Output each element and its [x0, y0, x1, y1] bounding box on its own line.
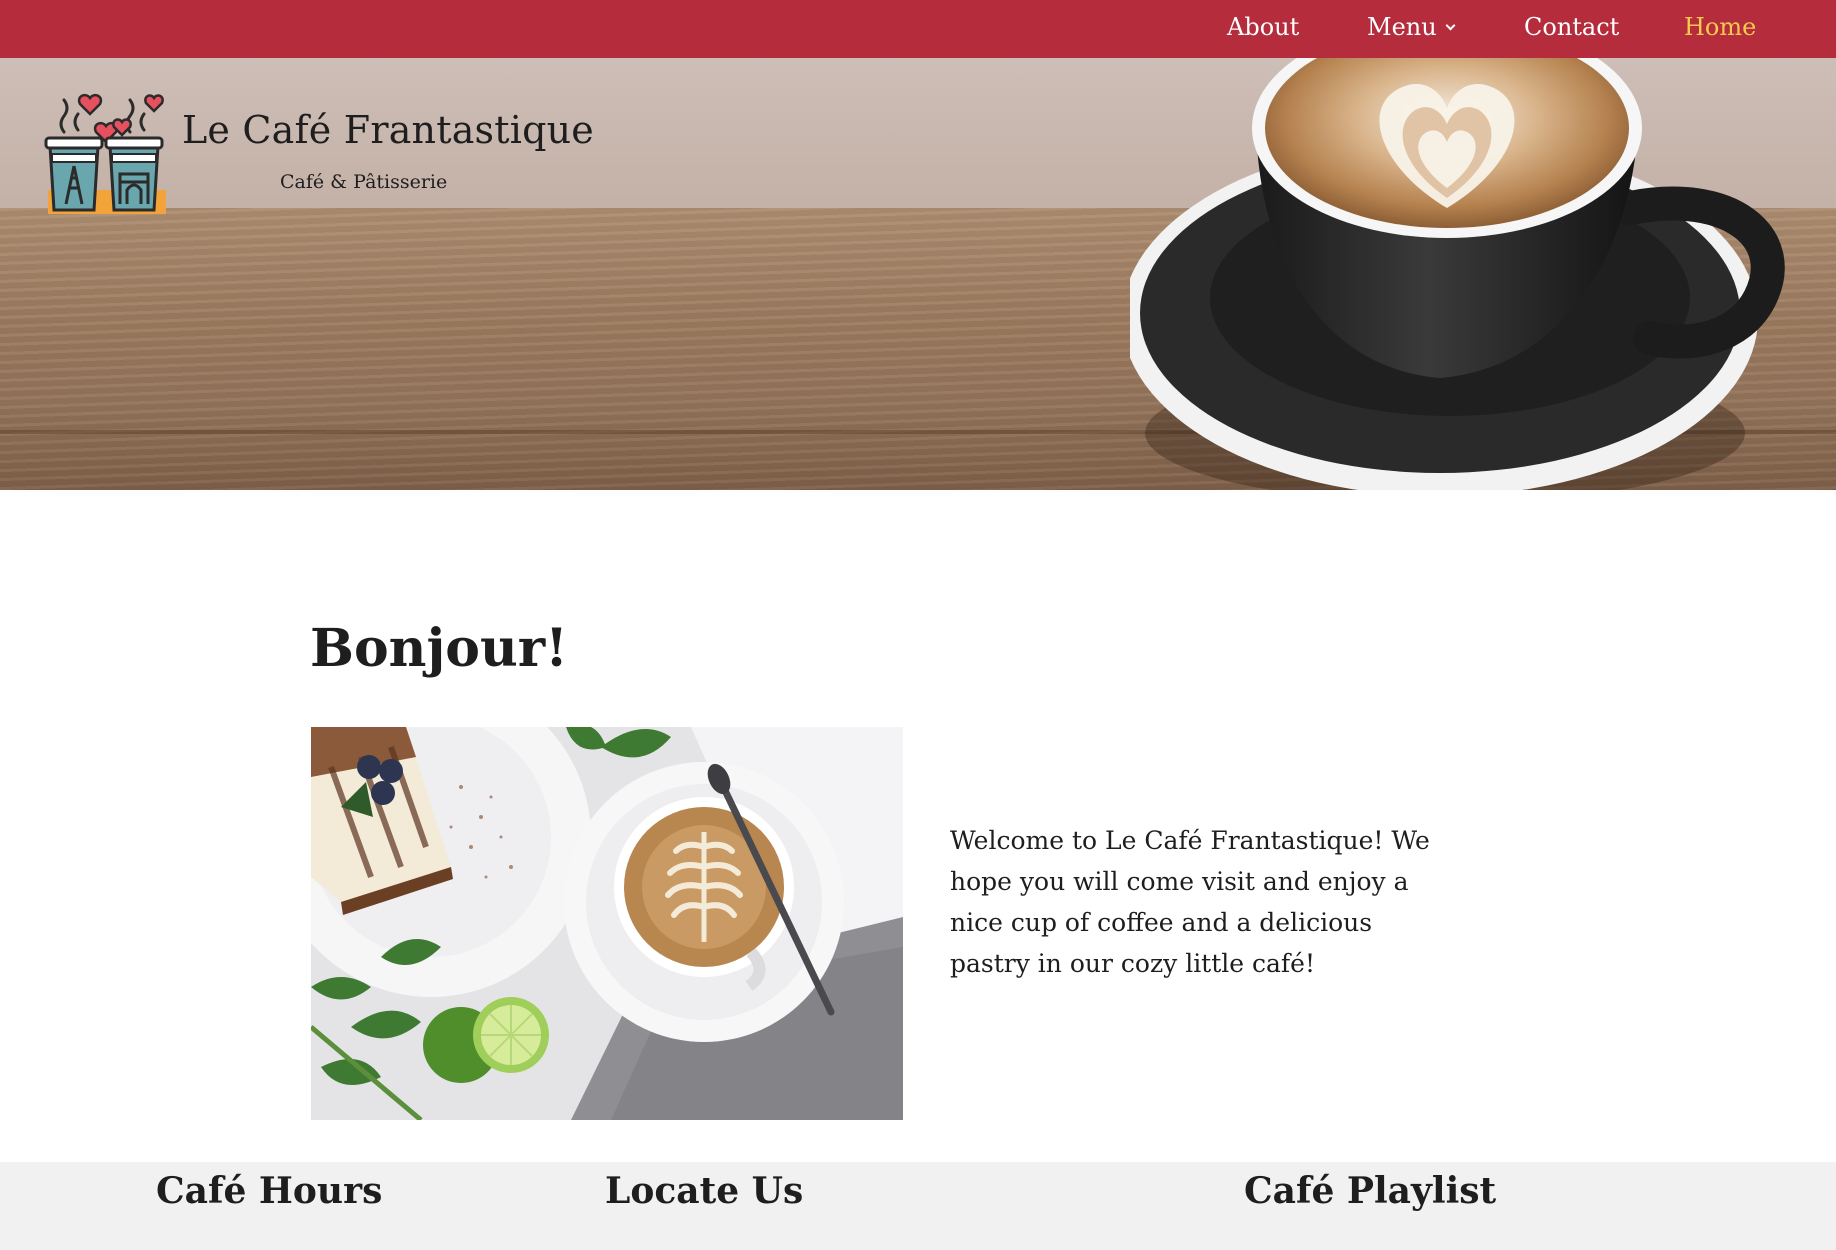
page-heading: Bonjour! — [310, 618, 568, 679]
twin-coffee-cups-logo — [44, 93, 166, 214]
latte-cup-image — [1130, 58, 1785, 490]
site-tagline: Café & Pâtisserie — [280, 171, 448, 193]
chevron-down-icon — [1445, 20, 1456, 31]
top-navigation: About Menu Contact Home — [0, 0, 1836, 58]
nav-about-link[interactable]: About — [1227, 0, 1299, 58]
footer-heading-cafe-playlist: Café Playlist — [1244, 1170, 1497, 1212]
nav-home-link[interactable]: Home — [1684, 0, 1756, 58]
nav-contact-link[interactable]: Contact — [1524, 0, 1619, 58]
site-title[interactable]: Le Café Frantastique — [182, 108, 594, 152]
cake-and-latte-image — [311, 727, 903, 1120]
welcome-paragraph: Welcome to Le Café Frantastique! We hope… — [950, 826, 1430, 978]
nav-menu-label: Menu — [1367, 13, 1437, 41]
footer-heading-locate-us: Locate Us — [605, 1170, 804, 1212]
nav-menu-link[interactable]: Menu — [1367, 0, 1456, 58]
footer-heading-cafe-hours: Café Hours — [156, 1170, 383, 1212]
